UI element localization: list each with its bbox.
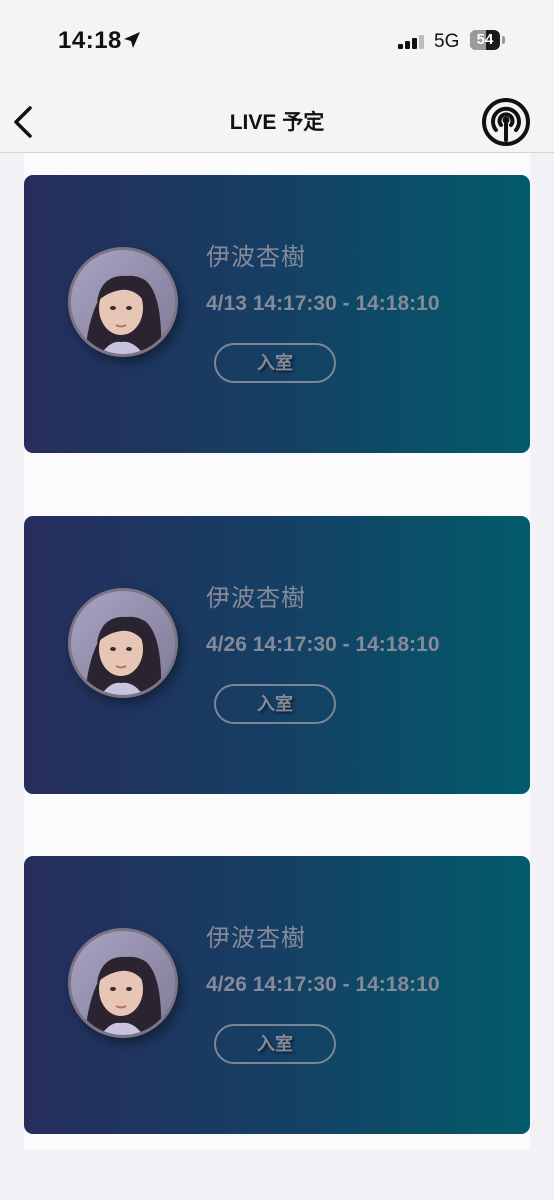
enter-room-button[interactable]: 入室 xyxy=(214,343,336,383)
schedule-time: 4/13 14:17:30 - 14:18:10 xyxy=(206,292,440,315)
status-time: 14:18 xyxy=(58,27,122,54)
avatar[interactable] xyxy=(68,247,178,357)
live-broadcast-icon[interactable] xyxy=(480,96,532,148)
schedule-time: 4/26 14:17:30 - 14:18:10 xyxy=(206,633,440,656)
page-title: LIVE 予定 xyxy=(229,111,325,134)
avatar[interactable] xyxy=(68,588,178,698)
network-type: 5G xyxy=(434,31,460,52)
streamer-name: 伊波杏樹 xyxy=(206,585,306,612)
status-bar: 14:18 5G 54 xyxy=(0,0,554,90)
schedule-time: 4/26 14:17:30 - 14:18:10 xyxy=(206,973,440,996)
enter-room-button[interactable]: 入室 xyxy=(214,684,336,724)
battery-level: 54 xyxy=(476,31,494,48)
enter-room-button[interactable]: 入室 xyxy=(214,1024,336,1064)
live-schedule-card: 伊波杏樹 4/26 14:17:30 - 14:18:10 入室 xyxy=(24,516,530,794)
avatar[interactable] xyxy=(68,928,178,1038)
signal-bars-icon xyxy=(398,35,424,49)
live-schedule-card: 伊波杏樹 4/26 14:17:30 - 14:18:10 入室 xyxy=(24,856,530,1134)
streamer-name: 伊波杏樹 xyxy=(206,244,306,271)
location-arrow-icon xyxy=(124,32,140,48)
battery-icon: 54 xyxy=(470,30,506,50)
navigation-bar: LIVE 予定 xyxy=(0,90,554,153)
live-schedule-card: 伊波杏樹 4/13 14:17:30 - 14:18:10 入室 xyxy=(24,175,530,453)
streamer-name: 伊波杏樹 xyxy=(206,925,306,952)
